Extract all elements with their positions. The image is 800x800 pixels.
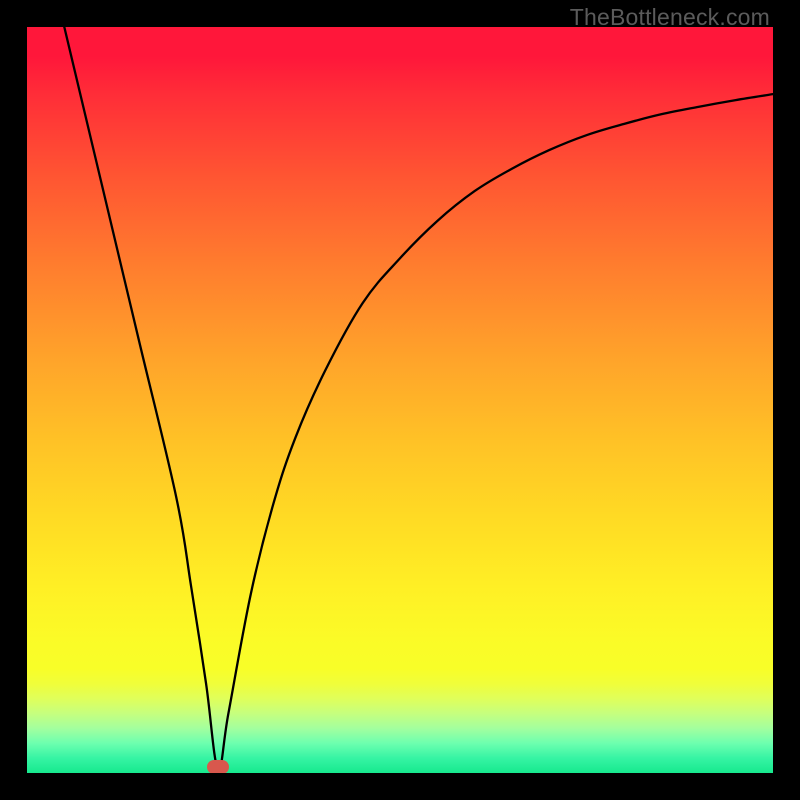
optimal-point-marker (207, 760, 229, 773)
bottleneck-curve (27, 27, 773, 773)
plot-area (27, 27, 773, 773)
watermark-text: TheBottleneck.com (570, 4, 770, 31)
chart-frame: TheBottleneck.com (0, 0, 800, 800)
